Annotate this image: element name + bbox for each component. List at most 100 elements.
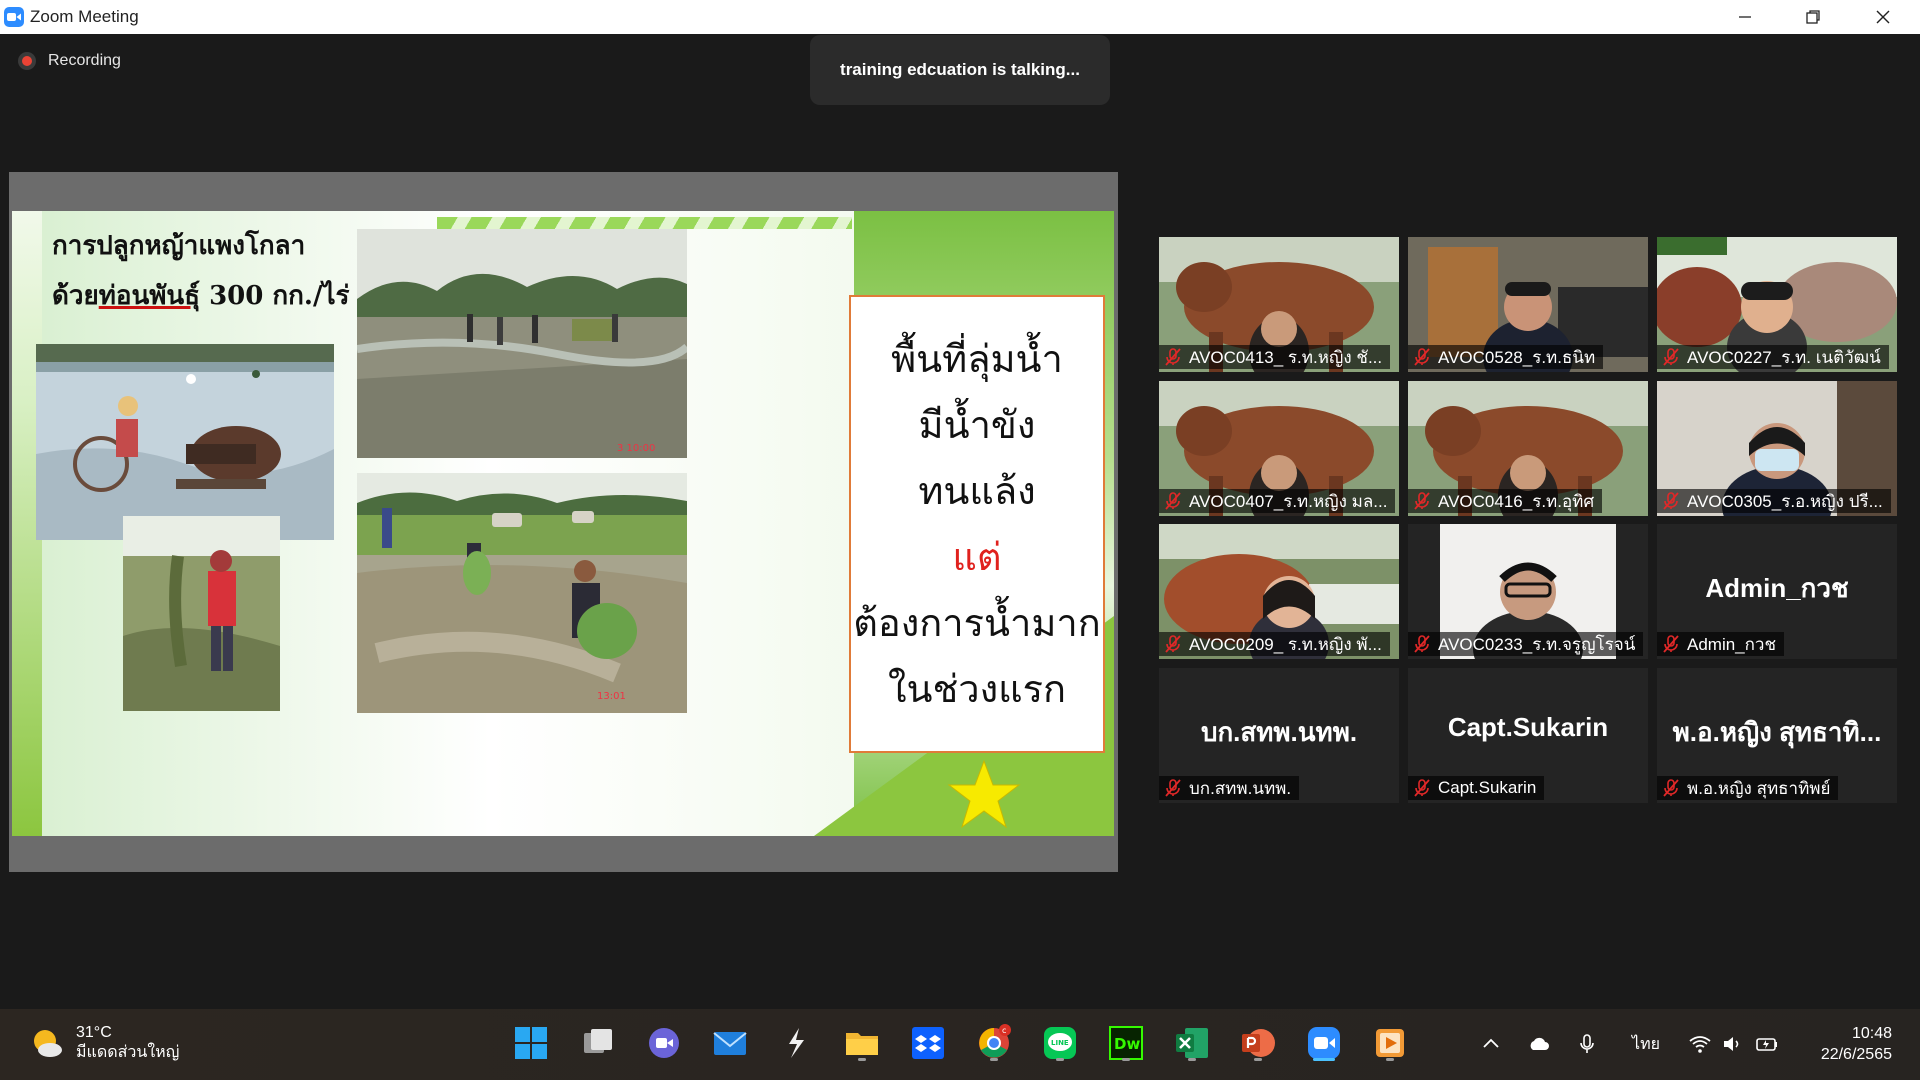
wifi-button[interactable] (1685, 1029, 1715, 1059)
excel-icon (1176, 1028, 1208, 1058)
mail-button[interactable] (709, 1022, 751, 1064)
participant-tile[interactable]: AVOC0413_ ร.ท.หญิง ชั... (1159, 237, 1399, 372)
participant-tile[interactable]: AVOC0416_ร.ท.อุทิศ (1408, 381, 1648, 516)
star-icon (947, 759, 1021, 829)
media-player-icon (1376, 1029, 1404, 1057)
participant-tile[interactable]: Capt.Sukarin Capt.Sukarin (1408, 668, 1648, 803)
participant-name: AVOC0305_ร.อ.หญิง ปรี... (1687, 491, 1883, 511)
shared-screen: การปลูกหญ้าแพงโกลา ด้วยท่อนพันธุ์ 300 กก… (9, 172, 1118, 872)
participant-tile[interactable]: AVOC0305_ร.อ.หญิง ปรี... (1657, 381, 1897, 516)
slide-heading: การปลูกหญ้าแพงโกลา ด้วยท่อนพันธุ์ 300 กก… (52, 221, 349, 321)
dreamweaver-button[interactable]: Dw (1105, 1022, 1147, 1064)
slide-heading-line2: ด้วยท่อนพันธุ์ 300 กก./ไร่ (52, 271, 349, 321)
photo-man-grass (123, 516, 280, 711)
photo-field-workers: 3 10:00 (357, 229, 687, 458)
participant-nameplate: AVOC0209_ ร.ท.หญิง พั... (1159, 632, 1390, 656)
participant-nameplate: AVOC0407_ร.ท.หญิง มล... (1159, 489, 1396, 513)
running-indicator (1386, 1058, 1394, 1061)
mic-muted-icon (1663, 348, 1679, 366)
start-button[interactable] (510, 1022, 552, 1064)
photo-planting-mud: 13:01 (357, 473, 687, 713)
photo-timestamp-1: 3 10:00 (617, 443, 655, 454)
running-indicator (1254, 1058, 1262, 1061)
participant-tile[interactable]: บก.สทพ.นทพ. บก.สทพ.นทพ. (1159, 668, 1399, 803)
dropbox-icon (912, 1027, 944, 1059)
mail-icon (713, 1032, 747, 1055)
photo-tractor-field (36, 344, 334, 540)
mic-muted-icon (1414, 492, 1430, 510)
file-explorer-button[interactable] (841, 1022, 883, 1064)
mic-muted-icon (1165, 492, 1181, 510)
weather-widget[interactable]: 31°C มีแดดส่วนใหญ่ (30, 1023, 179, 1063)
microphone-button[interactable] (1572, 1029, 1602, 1059)
line-button[interactable]: LINE (1039, 1022, 1081, 1064)
participant-name: AVOC0407_ร.ท.หญิง มล... (1189, 491, 1388, 511)
participant-name: บก.สทพ.นทพ. (1189, 778, 1292, 798)
weather-condition: มีแดดส่วนใหญ่ (76, 1044, 180, 1061)
participant-nameplate: AVOC0413_ ร.ท.หญิง ชั... (1159, 345, 1391, 369)
close-button[interactable] (1848, 0, 1918, 34)
mic-muted-icon (1414, 779, 1430, 797)
app-s-icon (789, 1028, 804, 1058)
participant-tile[interactable]: Admin_กวช Admin_กวช (1657, 524, 1897, 659)
chat-button[interactable] (643, 1022, 685, 1064)
dropbox-button[interactable] (907, 1022, 949, 1064)
participant-name: AVOC0416_ร.ท.อุทิศ (1438, 491, 1595, 511)
restore-button[interactable] (1778, 0, 1848, 34)
participant-tile[interactable]: AVOC0209_ ร.ท.หญิง พั... (1159, 524, 1399, 659)
participant-nameplate: AVOC0233_ร.ท.จรูญโรจน์ (1408, 632, 1644, 656)
chrome-icon: c (979, 1024, 1011, 1058)
language-indicator[interactable]: ไทย (1628, 1029, 1664, 1059)
window-title: Zoom Meeting (30, 7, 139, 26)
recording-indicator[interactable]: Recording (18, 52, 121, 70)
minimize-button[interactable] (1710, 0, 1780, 34)
excel-button[interactable] (1171, 1022, 1213, 1064)
powerpoint-button[interactable] (1237, 1022, 1279, 1064)
participant-name: AVOC0227_ร.ท. เนติวัฒน์ (1687, 347, 1881, 367)
chrome-button[interactable]: c (973, 1022, 1015, 1064)
participant-display-name: Capt.Sukarin (1447, 712, 1609, 742)
active-app-indicator (1313, 1058, 1335, 1061)
zoom-button[interactable] (1303, 1022, 1345, 1064)
box-line-4: แต่ (952, 535, 1002, 579)
participant-nameplate: AVOC0416_ร.ท.อุทิศ (1408, 489, 1603, 513)
participant-nameplate: Capt.Sukarin (1408, 776, 1545, 800)
mic-muted-icon (1663, 492, 1679, 510)
microphone-icon (1580, 1034, 1594, 1053)
dreamweaver-label: Dw (1114, 1035, 1140, 1053)
battery-button[interactable] (1752, 1029, 1782, 1059)
system-clock[interactable]: 10:48 22/6/2565 (1821, 1023, 1892, 1065)
participant-name: Admin_กวช (1687, 634, 1777, 654)
participant-nameplate: AVOC0305_ร.อ.หญิง ปรี... (1657, 489, 1891, 513)
participant-tile[interactable]: AVOC0407_ร.ท.หญิง มล... (1159, 381, 1399, 516)
running-indicator (990, 1058, 998, 1061)
zoom-app-icon (4, 7, 24, 27)
window-titlebar: Zoom Meeting (0, 0, 1920, 34)
wifi-icon (1689, 1036, 1711, 1053)
partly-sunny-icon (34, 1030, 62, 1057)
weather-temperature: 31°C (76, 1024, 112, 1041)
participant-name: Capt.Sukarin (1438, 778, 1537, 797)
onedrive-button[interactable] (1524, 1029, 1554, 1059)
running-indicator (1056, 1058, 1064, 1061)
participant-tile[interactable]: AVOC0528_ร.ท.ธนิท (1408, 237, 1648, 372)
task-view-button[interactable] (577, 1022, 619, 1064)
participant-name: AVOC0233_ร.ท.จรูญโรจน์ (1438, 634, 1636, 654)
chat-icon (649, 1028, 679, 1058)
participant-display-name: พ.อ.หญิง สุทธาทิ... (1672, 717, 1882, 747)
mic-muted-icon (1165, 635, 1181, 653)
participant-tile[interactable]: พ.อ.หญิง สุทธาทิ... พ.อ.หญิง สุทธาทิพย์ (1657, 668, 1897, 803)
show-hidden-icons-button[interactable] (1476, 1029, 1506, 1059)
participant-tile[interactable]: AVOC0233_ร.ท.จรูญโรจน์ (1408, 524, 1648, 659)
participant-nameplate: AVOC0528_ร.ท.ธนิท (1408, 345, 1604, 369)
app-s-button[interactable] (775, 1022, 817, 1064)
windows-taskbar: 31°C มีแดดส่วนใหญ่ c LINE Dw ไทย 10:48 2… (0, 1009, 1920, 1080)
participant-name: พ.อ.หญิง สุทธาทิพย์ (1687, 778, 1831, 798)
cloud-icon (1530, 1037, 1549, 1050)
recording-dot-icon (18, 52, 36, 70)
participant-tile[interactable]: AVOC0227_ร.ท. เนติวัฒน์ (1657, 237, 1897, 372)
media-player-button[interactable] (1369, 1022, 1411, 1064)
line-icon: LINE (1044, 1027, 1076, 1059)
battery-charging-icon (1756, 1038, 1777, 1051)
volume-button[interactable] (1718, 1029, 1748, 1059)
